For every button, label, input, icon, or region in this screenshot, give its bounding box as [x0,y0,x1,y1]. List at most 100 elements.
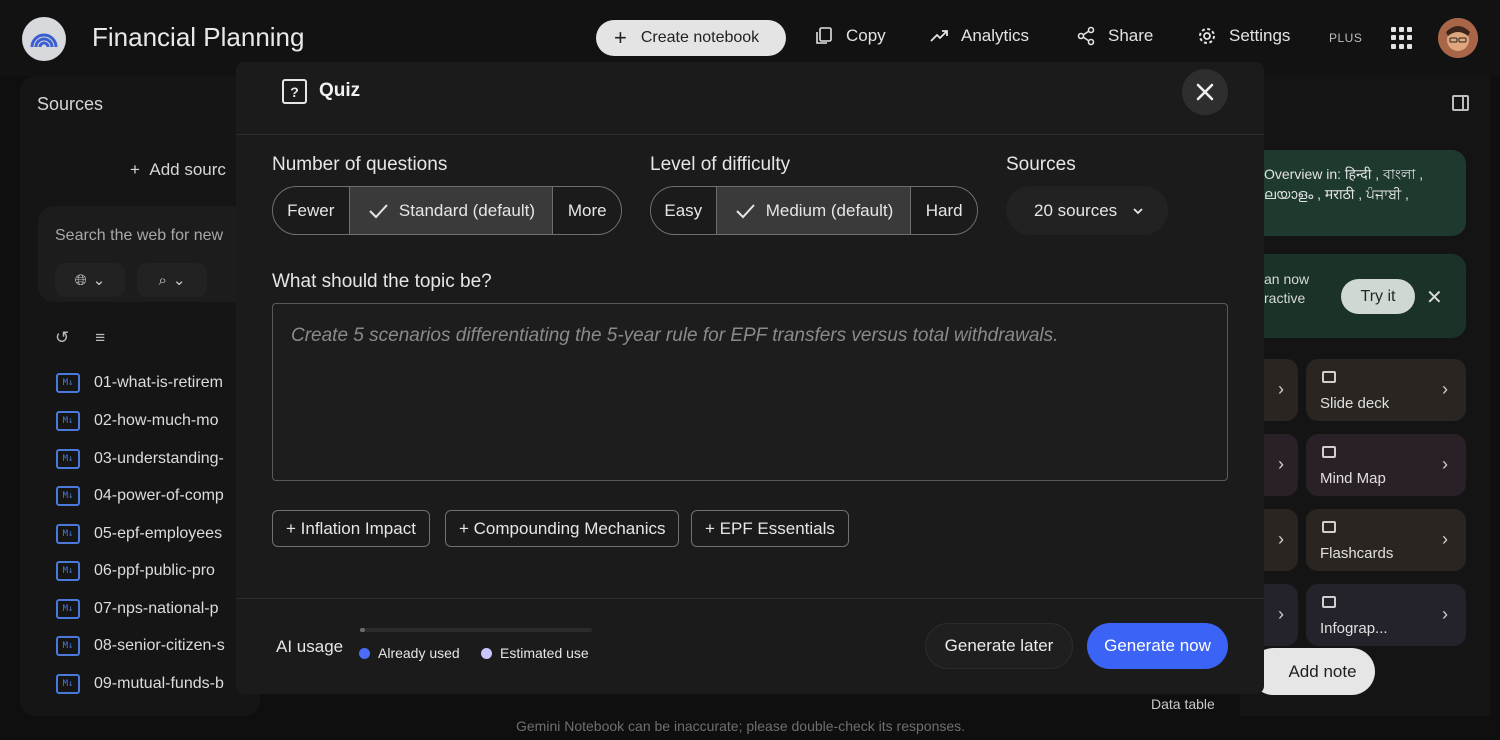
chevron-down-icon: ⌄ [92,272,106,289]
quiz-icon: ? [282,79,307,104]
ai-usage-label: AI usage [276,637,344,656]
overview-languages-line2: ലയാളം , मराठी , ਪੰਜਾਬੀ , [1264,186,1409,202]
chevron-right-icon: › [1278,454,1284,474]
copy-label: Copy [846,26,886,45]
try-it-button[interactable]: Try it [1341,279,1415,314]
option-label: Medium (default) [765,200,894,220]
data-table-label: Data table [1151,696,1215,712]
source-item[interactable]: M↓ 04-power-of-comp [56,486,246,506]
web-source-selector[interactable]: 🌐︎ ⌄ [55,263,125,297]
source-item[interactable]: M↓ 05-epf-employees [56,524,246,544]
studio-tool-card[interactable]: Infograp... › [1306,584,1466,646]
sources-panel-title: Sources [37,94,104,114]
audio-overview-card[interactable]: Overview in: हिन्दी , বাংলা , ലയാളം , मर… [1246,150,1466,236]
plus-icon: + [614,25,627,50]
source-item[interactable]: M↓ 01-what-is-retirem [56,373,246,393]
analytics-button[interactable]: Analytics [929,26,1029,46]
share-button[interactable]: Share [1076,26,1153,46]
close-icon [1196,83,1214,101]
chevron-right-icon: › [1442,379,1448,399]
source-item[interactable]: M↓ 09-mutual-funds-b [56,674,246,694]
markdown-file-icon: M↓ [56,599,80,619]
chevron-right-icon: › [1442,604,1448,624]
sort-icon[interactable]: ≡ [95,328,105,348]
avatar[interactable] [1438,18,1478,58]
studio-tool-card[interactable]: Mind Map › [1306,434,1466,496]
questions-option-standard[interactable]: Standard (default) [348,187,553,234]
chevron-right-icon: › [1278,379,1284,399]
research-mode-selector[interactable]: ⌕ ⌄ [137,263,207,297]
disclaimer-text: Gemini Notebook can be inaccurate; pleas… [516,718,966,734]
generate-later-button[interactable]: Generate later [925,623,1073,669]
copy-button[interactable]: Copy [814,26,886,46]
questions-option-more[interactable]: More [552,187,621,234]
studio-tool-card[interactable]: Slide deck › [1306,359,1466,421]
markdown-file-icon: M↓ [56,636,80,656]
overview-languages-line1: Overview in: हिन्दी , বাংলা , [1264,166,1424,182]
option-label: Hard [925,200,963,220]
panel-toggle-icon[interactable] [1452,95,1469,111]
settings-label: Settings [1229,26,1291,45]
questions-option-fewer[interactable]: Fewer [273,187,349,234]
difficulty-option-easy[interactable]: Easy [651,187,716,234]
studio-tool-card[interactable]: Flashcards › [1306,509,1466,571]
sources-label: Sources [1006,154,1076,175]
suggestion-chip-inflation[interactable]: + Inflation Impact [272,510,430,547]
web-search-input[interactable]: Search the web for new [55,227,223,245]
plan-badge: PLUS [1329,31,1363,45]
question-count-selector: Fewer Standard (default) More [272,186,622,235]
studio-tool-label: Infograp... [1320,620,1388,637]
add-source-label: Add sourc [149,160,226,179]
add-note-button[interactable]: Add note [1250,648,1375,695]
search-sparkle-icon: ⌕ [158,271,167,289]
flashcards-icon [1322,521,1336,533]
settings-button[interactable]: Settings [1197,26,1290,46]
chevron-right-icon: › [1442,454,1448,474]
notebook-title[interactable]: Financial Planning [92,22,304,53]
share-icon [1077,26,1095,46]
topic-input[interactable] [291,325,1209,459]
source-item[interactable]: M↓ 02-how-much-mo [56,411,246,431]
create-notebook-label: Create notebook [640,29,760,46]
source-item[interactable]: M↓ 03-understanding- [56,449,246,469]
option-label: Fewer [287,200,335,220]
difficulty-label: Level of difficulty [650,154,791,175]
markdown-file-icon: M↓ [56,486,80,506]
sources-dropdown[interactable]: 20 sources [1006,186,1168,235]
legend-estimated-use: Estimated use [481,645,589,661]
dialog-footer-divider [236,598,1264,599]
trending-up-icon [930,30,948,42]
close-dialog-button[interactable] [1182,69,1228,115]
topic-field [272,303,1228,481]
used-dot-icon [359,647,370,659]
infographic-icon [1322,596,1336,608]
share-label: Share [1108,26,1154,45]
legend-estimated-label: Estimated use [500,645,589,661]
difficulty-option-medium[interactable]: Medium (default) [715,187,911,234]
add-source-button[interactable]: + Add sourc [130,160,226,180]
suggestion-chip-compounding[interactable]: + Compounding Mechanics [445,510,680,547]
sources-count: 20 sources [1034,200,1118,220]
notebook-logo-icon[interactable] [22,17,66,61]
analytics-label: Analytics [961,26,1030,45]
legend-used-label: Already used [378,645,460,661]
option-label: More [567,200,607,220]
sources-toolbar: ↺ ≡ [55,328,105,348]
source-item-label: 03-understanding- [94,450,224,467]
generate-now-button[interactable]: Generate now [1087,623,1228,669]
mind-map-icon [1322,446,1336,458]
suggestion-chip-epf[interactable]: + EPF Essentials [691,510,849,547]
source-item[interactable]: M↓ 08-senior-citizen-s [56,636,246,656]
source-item[interactable]: M↓ 06-ppf-public-pro [56,561,246,581]
option-label: Standard (default) [398,200,536,220]
create-notebook-button[interactable]: + Create notebook [596,20,786,56]
difficulty-option-hard[interactable]: Hard [910,187,977,234]
source-item[interactable]: M↓ 07-nps-national-p [56,599,246,619]
markdown-file-icon: M↓ [56,411,80,431]
source-item-label: 02-how-much-mo [94,412,219,429]
chevron-down-icon [1133,207,1143,214]
legend-already-used: Already used [359,645,460,661]
close-icon[interactable]: ✕ [1426,285,1443,310]
apps-grid-icon[interactable] [1391,27,1413,49]
refresh-icon[interactable]: ↺ [55,328,69,348]
